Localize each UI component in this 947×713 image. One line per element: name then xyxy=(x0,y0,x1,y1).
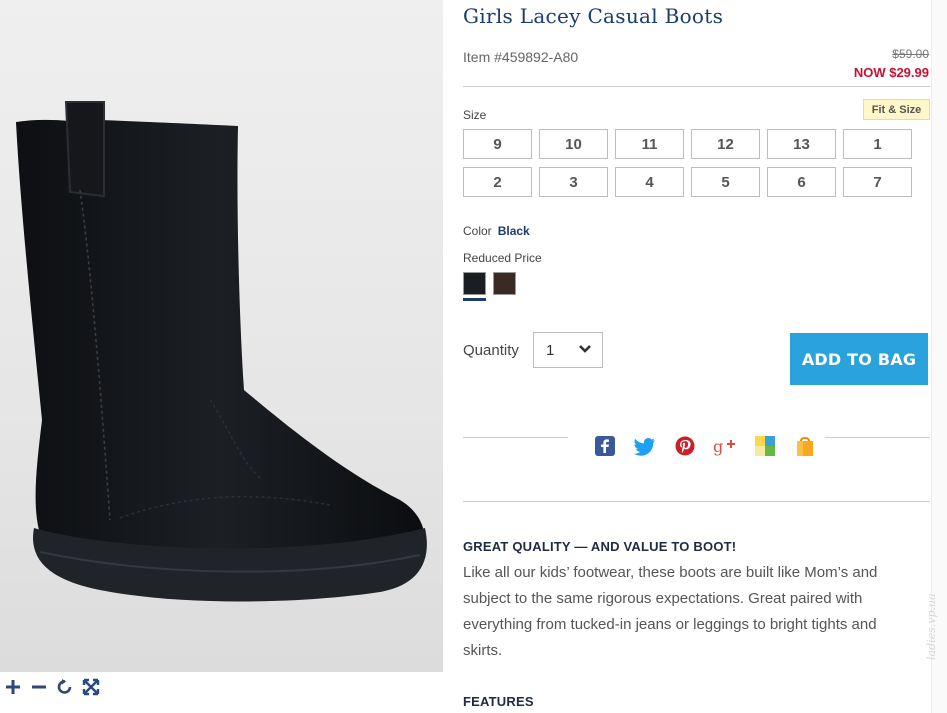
size-option[interactable]: 3 xyxy=(539,167,608,197)
zoom-in-icon[interactable] xyxy=(0,674,26,700)
divider xyxy=(463,501,930,502)
facebook-icon[interactable] xyxy=(593,434,617,458)
color-label: Color xyxy=(463,224,492,238)
size-option[interactable]: 11 xyxy=(615,129,684,159)
size-option[interactable]: 12 xyxy=(691,129,760,159)
watermark: ladies.vp.ua xyxy=(925,593,938,660)
size-option[interactable]: 10 xyxy=(539,129,608,159)
boot-image xyxy=(16,101,427,602)
product-title: Girls Lacey Casual Boots xyxy=(463,4,724,28)
fit-size-link[interactable]: Fit & Size xyxy=(863,99,930,120)
sale-price: NOW $29.99 xyxy=(853,65,929,80)
selected-color: Black xyxy=(497,224,530,238)
selected-swatch-indicator xyxy=(463,298,486,301)
item-number: Item #459892-A80 xyxy=(463,49,579,65)
fullscreen-icon[interactable] xyxy=(78,674,104,700)
divider xyxy=(825,437,930,438)
size-option[interactable]: 4 xyxy=(615,167,684,197)
color-swatch-brown[interactable] xyxy=(493,272,516,295)
quantity-label: Quantity xyxy=(463,342,519,359)
social-share: g xyxy=(593,434,817,458)
rotate-icon[interactable] xyxy=(52,674,78,700)
twitter-icon[interactable] xyxy=(633,434,657,458)
shopping-bag-icon[interactable] xyxy=(793,434,817,458)
add-to-bag-button[interactable]: ADD TO BAG xyxy=(790,333,928,385)
svg-text:g: g xyxy=(713,437,723,456)
size-option[interactable]: 2 xyxy=(463,167,532,197)
size-option[interactable]: 1 xyxy=(843,129,912,159)
color-swatch-black[interactable] xyxy=(463,272,486,295)
size-option[interactable]: 5 xyxy=(691,167,760,197)
chevron-down-icon xyxy=(578,342,592,359)
divider xyxy=(463,86,930,87)
google-plus-icon[interactable]: g xyxy=(713,434,737,458)
quantity-select[interactable]: 1 xyxy=(533,332,603,368)
divider xyxy=(463,437,568,438)
pinterest-icon[interactable] xyxy=(673,434,697,458)
image-zoom-controls xyxy=(0,674,104,704)
size-option[interactable]: 7 xyxy=(843,167,912,197)
polyvore-icon[interactable] xyxy=(753,434,777,458)
quantity-value: 1 xyxy=(546,341,555,359)
color-row: Color Black xyxy=(463,224,530,238)
description-text: Like all our kids’ footwear, these boots… xyxy=(463,564,878,659)
description-heading: GREAT QUALITY — AND VALUE TO BOOT! xyxy=(463,539,737,554)
reduced-price-label: Reduced Price xyxy=(463,251,542,265)
product-image[interactable] xyxy=(0,0,443,672)
size-option[interactable]: 13 xyxy=(767,129,836,159)
size-option[interactable]: 9 xyxy=(463,129,532,159)
size-options: 9 10 11 12 13 1 2 3 4 5 6 7 xyxy=(463,129,913,197)
original-price: $59.00 xyxy=(892,47,929,61)
features-heading: FEATURES xyxy=(463,694,534,709)
size-label: Size xyxy=(463,108,487,122)
size-option[interactable]: 6 xyxy=(767,167,836,197)
zoom-out-icon[interactable] xyxy=(26,674,52,700)
